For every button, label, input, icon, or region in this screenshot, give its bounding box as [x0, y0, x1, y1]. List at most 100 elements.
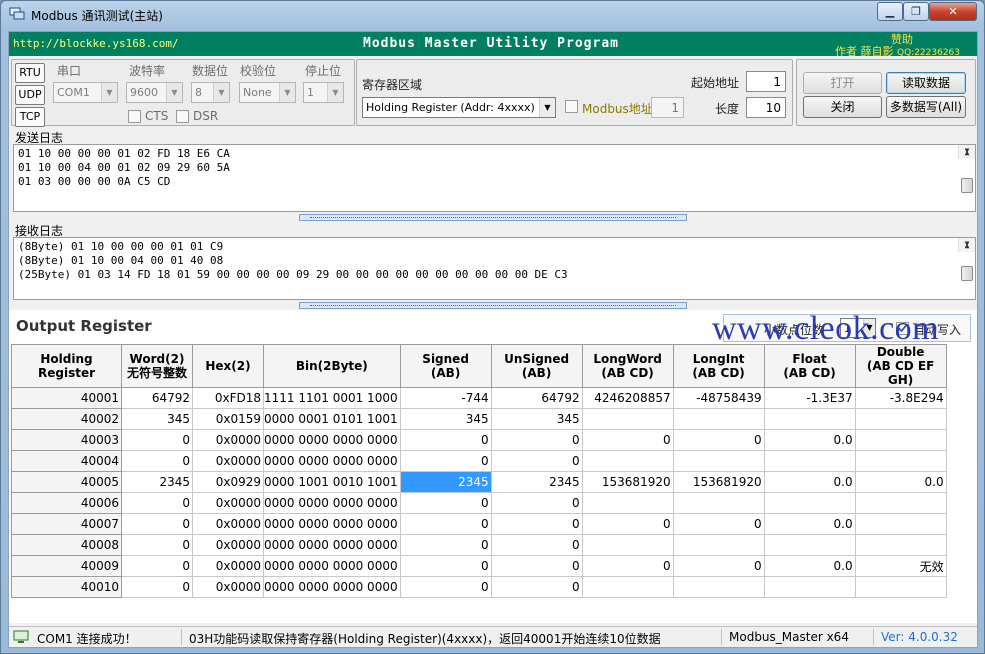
column-header[interactable]: Word(2) 无符号整数 — [121, 344, 193, 388]
send-log-splitter[interactable] — [299, 214, 687, 221]
start-address-input[interactable]: 1 — [746, 71, 786, 92]
table-cell[interactable]: 0x0929 — [192, 471, 264, 493]
table-cell[interactable]: 0.0 — [763, 429, 856, 451]
table-cell[interactable]: 0x0000 — [192, 555, 264, 577]
table-cell[interactable]: 2345 — [490, 471, 583, 493]
table-cell[interactable]: 0 — [399, 492, 492, 514]
table-cell[interactable] — [672, 408, 765, 430]
open-button[interactable]: 打开 — [803, 72, 882, 94]
databits-select[interactable]: 8 ▼ — [191, 82, 230, 103]
table-cell[interactable] — [581, 408, 674, 430]
table-cell[interactable]: 0 — [121, 534, 193, 556]
table-cell[interactable]: 0 — [399, 513, 492, 535]
dsr-checkbox[interactable] — [176, 110, 189, 123]
column-header[interactable]: Double (AB CD EF GH) — [854, 344, 947, 388]
table-cell[interactable] — [854, 534, 947, 556]
mode-tcp-button[interactable]: TCP — [15, 107, 45, 127]
register-area-select[interactable]: Holding Register (Addr: 4xxxx) ▼ — [362, 97, 556, 118]
table-cell[interactable]: 0 — [490, 513, 583, 535]
column-header[interactable]: Hex(2) — [192, 344, 264, 388]
close-connection-button[interactable]: 关闭 — [803, 96, 882, 118]
table-cell[interactable]: 0 — [121, 492, 193, 514]
table-cell[interactable] — [763, 408, 856, 430]
column-header[interactable]: Signed (AB) — [399, 344, 492, 388]
table-cell[interactable]: -48758439 — [672, 387, 765, 409]
table-cell[interactable]: 0 — [490, 429, 583, 451]
column-header[interactable]: UnSigned (AB) — [490, 344, 583, 388]
table-cell[interactable]: 0000 0000 0000 0000 — [263, 429, 401, 451]
table-cell[interactable]: 0 — [581, 555, 674, 577]
modbus-addr-checkbox[interactable] — [565, 100, 578, 113]
table-cell[interactable] — [854, 408, 947, 430]
scroll-down-icon[interactable]: ▼ — [959, 238, 975, 252]
table-cell[interactable]: 0 — [490, 534, 583, 556]
table-cell[interactable]: 0 — [399, 429, 492, 451]
table-cell[interactable]: 0 — [581, 513, 674, 535]
table-cell[interactable] — [672, 576, 765, 598]
table-cell[interactable]: 0 — [121, 513, 193, 535]
table-cell[interactable]: 0000 0000 0000 0000 — [263, 555, 401, 577]
column-header[interactable]: Holding Register — [11, 344, 122, 388]
decimal-select[interactable]: 1 ▼ — [840, 318, 876, 338]
mode-udp-button[interactable]: UDP — [15, 85, 45, 105]
scroll-thumb[interactable] — [961, 266, 973, 281]
table-cell[interactable]: 0x0000 — [192, 429, 264, 451]
table-cell[interactable]: 0x0000 — [192, 576, 264, 598]
table-cell[interactable]: 0.0 — [763, 555, 856, 577]
table-cell[interactable]: 0 — [121, 576, 193, 598]
table-cell[interactable]: -744 — [399, 387, 492, 409]
table-cell[interactable] — [854, 576, 947, 598]
multi-write-button[interactable]: 多数据写(All) — [886, 96, 966, 118]
table-cell[interactable]: 345 — [490, 408, 583, 430]
port-select[interactable]: COM1 ▼ — [53, 82, 118, 103]
table-cell[interactable]: 153681920 — [672, 471, 765, 493]
table-cell[interactable]: 4246208857 — [581, 387, 674, 409]
table-cell[interactable]: 0x0000 — [192, 450, 264, 472]
table-cell[interactable]: 0000 0000 0000 0000 — [263, 492, 401, 514]
table-cell[interactable] — [672, 534, 765, 556]
table-cell[interactable]: 0x0000 — [192, 534, 264, 556]
send-log-scrollbar[interactable]: ▲ ▼ — [958, 145, 975, 193]
stopbits-select[interactable]: 1 ▼ — [303, 82, 344, 103]
table-cell[interactable]: 0 — [121, 429, 193, 451]
cts-checkbox[interactable] — [128, 110, 141, 123]
table-cell[interactable]: 0x0000 — [192, 492, 264, 514]
scroll-thumb[interactable] — [961, 178, 973, 193]
table-cell[interactable]: 64792 — [121, 387, 193, 409]
column-header[interactable]: LongWord (AB CD) — [581, 344, 674, 388]
table-cell[interactable]: 345 — [121, 408, 193, 430]
table-cell[interactable]: 2345 — [399, 471, 492, 493]
baud-select[interactable]: 9600 ▼ — [126, 82, 183, 103]
table-cell[interactable]: 0xFD18 — [192, 387, 264, 409]
table-cell[interactable]: 0.0 — [763, 471, 856, 493]
table-cell[interactable]: 0 — [672, 513, 765, 535]
homepage-link[interactable]: http://blockke.ys168.com/ — [13, 37, 179, 50]
column-header[interactable]: Float (AB CD) — [763, 344, 856, 388]
table-cell[interactable] — [763, 492, 856, 514]
table-cell[interactable] — [672, 450, 765, 472]
recv-log-splitter[interactable] — [299, 302, 687, 309]
table-cell[interactable] — [763, 450, 856, 472]
table-cell[interactable]: 153681920 — [581, 471, 674, 493]
table-cell[interactable] — [581, 450, 674, 472]
table-cell[interactable]: 0 — [490, 492, 583, 514]
maximize-button[interactable]: ❐ — [903, 2, 929, 21]
table-cell[interactable] — [672, 492, 765, 514]
table-cell[interactable]: 0 — [490, 555, 583, 577]
table-cell[interactable]: 1111 1101 0001 1000 — [263, 387, 401, 409]
table-cell[interactable] — [581, 492, 674, 514]
table-cell[interactable]: 0 — [121, 555, 193, 577]
table-cell[interactable]: 64792 — [490, 387, 583, 409]
column-header[interactable]: Bin(2Byte) — [263, 344, 401, 388]
auto-write-checkbox[interactable] — [896, 322, 909, 335]
table-cell[interactable]: 0 — [399, 576, 492, 598]
modbus-addr-input[interactable]: 1 — [651, 97, 684, 118]
read-data-button[interactable]: 读取数据 — [886, 72, 966, 94]
table-cell[interactable] — [854, 429, 947, 451]
mode-rtu-button[interactable]: RTU — [15, 63, 45, 83]
table-cell[interactable]: 0000 0000 0000 0000 — [263, 576, 401, 598]
parity-select[interactable]: None ▼ — [239, 82, 296, 103]
recv-log-box[interactable]: (8Byte) 01 10 00 00 00 01 01 C9 (8Byte) … — [13, 237, 976, 300]
table-cell[interactable] — [854, 450, 947, 472]
table-cell[interactable]: 0000 0000 0000 0000 — [263, 534, 401, 556]
